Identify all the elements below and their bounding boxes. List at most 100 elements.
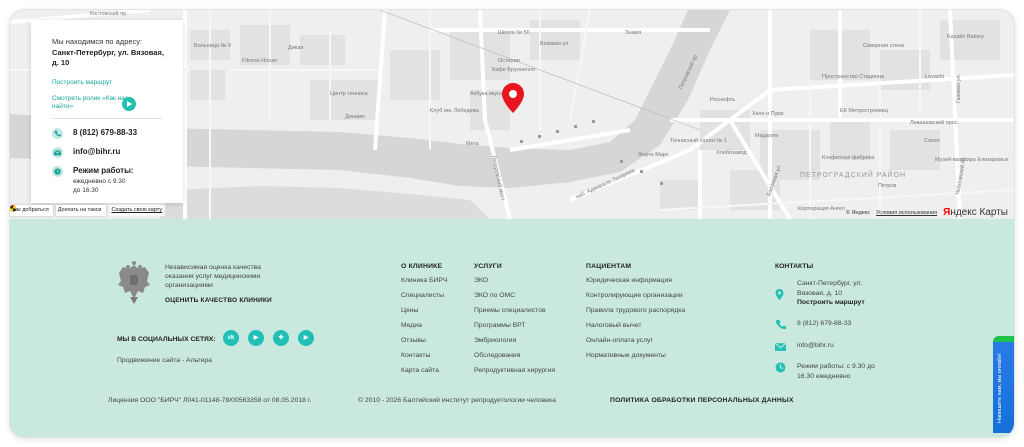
chat-tab-label: Напишите нам, мы онлайн!	[997, 353, 1003, 423]
contact-route-link[interactable]: Построить маршрут	[797, 299, 865, 306]
map-label: Пространство Стадиона	[822, 74, 885, 80]
patients-link[interactable]: Налоговый вычет	[586, 321, 685, 336]
card-email[interactable]: info@bihr.ru	[73, 147, 120, 156]
vk-icon[interactable]: vk	[223, 330, 239, 346]
contact-hours: Режим работы: с 9.30 до 16.30 ежедневно	[797, 363, 875, 380]
patients-link[interactable]: Онлайн-оплата услуг	[586, 336, 685, 351]
map-pin-icon[interactable]	[502, 83, 524, 113]
clock-icon	[775, 362, 786, 373]
map-label: Школа № 56	[498, 30, 530, 36]
map-label: Костовский пр.	[90, 11, 128, 17]
clinic-link[interactable]: Контакты	[401, 351, 447, 366]
map-label: Роснефть	[710, 97, 736, 103]
clinic-link[interactable]: Отзывы	[401, 336, 447, 351]
license-text: Лицензия ООО "БИРЧ" Л041-01148-78/005633…	[108, 397, 312, 404]
services-column: УСЛУГИ ЭКО ЭКО по ОМС Приемы специалисто…	[474, 263, 555, 381]
yandex-logo-text: ндекс Карты	[950, 207, 1008, 218]
services-link[interactable]: ЭКО	[474, 276, 555, 291]
youtube-glyph: ▶	[253, 335, 259, 341]
services-link[interactable]: Обследования	[474, 351, 555, 366]
services-link[interactable]: Эмбриология	[474, 336, 555, 351]
taxi-button[interactable]: Доехать на такси	[10, 205, 106, 216]
create-map-link[interactable]: Создать свою карту	[108, 205, 166, 216]
plus-icon[interactable]: ✚	[273, 330, 289, 346]
address-intro: Мы находимся по адресу:	[52, 37, 143, 46]
privacy-policy-link[interactable]: ПОЛИТИКА ОБРАБОТКИ ПЕРСОНАЛЬНЫХ ДАННЫХ	[610, 397, 794, 404]
rate-clinic-link[interactable]: ОЦЕНИТЬ КАЧЕСТВО КЛИНИКИ	[165, 297, 272, 304]
map-label: Больница № 9	[194, 43, 231, 49]
how-to-get-button[interactable]: Как добраться	[10, 205, 53, 216]
route-link[interactable]: Построить маршрут	[52, 79, 112, 86]
quality-assessment-text: Независимая оценка качества оказания усл…	[165, 264, 261, 289]
mail-icon	[775, 342, 786, 351]
taxi-label: Доехать на такси	[57, 207, 102, 213]
contacts-heading: КОНТАКТЫ	[775, 263, 814, 270]
map-label: Клуб им. Лебедева	[430, 108, 479, 114]
map-label: Хлебозавод	[716, 150, 747, 156]
map-label: Корпорация Ангел	[798, 206, 845, 212]
map-label: ЕК Метростроевец	[840, 108, 889, 114]
play-video-button[interactable]	[122, 97, 136, 111]
clinic-link[interactable]: Клиника БИРЧ	[401, 276, 447, 291]
map-label: Kazakh Bakery	[947, 34, 984, 40]
map-label: Сокол	[924, 138, 940, 144]
contact-email[interactable]: info@bihr.ru	[797, 341, 917, 351]
chat-tab[interactable]: Напишите нам, мы онлайн!	[993, 336, 1014, 433]
map-label: Газовая ул.	[956, 74, 962, 103]
map-controls: Как добраться Доехать на такси Создать с…	[10, 205, 166, 217]
play-icon[interactable]: ▶	[298, 330, 314, 346]
map-label: Петроградский район	[800, 172, 907, 179]
terms-link[interactable]: Условия использования	[876, 210, 937, 216]
map-label: Динамо	[345, 114, 365, 120]
map[interactable]: Костовский пр. Больница № 9 Дикая Школа …	[10, 10, 1014, 219]
clinic-link[interactable]: Карта сайта	[401, 366, 447, 381]
social-links: vk ▶ ✚ ▶	[223, 330, 314, 346]
map-label: Мега	[466, 141, 479, 147]
divider	[52, 118, 162, 119]
clinic-column: О КЛИНИКЕ Клиника БИРЧ Специалисты Цены …	[401, 263, 447, 381]
map-label: Lovashi	[925, 74, 944, 80]
address-card: Мы находимся по адресу: Санкт-Петербург,…	[31, 20, 183, 203]
yandex-maps-logo[interactable]: Яндекс Карты	[943, 207, 1008, 218]
phone-icon	[52, 128, 63, 139]
promo-link[interactable]: Продвижение сайта - Альтера	[117, 357, 212, 364]
services-heading: УСЛУГИ	[474, 263, 502, 270]
location-pin-icon	[775, 289, 784, 300]
map-label: Хачо и Пури	[752, 111, 784, 117]
play-glyph: ▶	[303, 335, 309, 341]
how-to-get-label: Как добраться	[12, 207, 49, 213]
clinic-link[interactable]: Специалисты	[401, 291, 447, 306]
phone-icon	[775, 320, 786, 330]
copyright-text: © 2010 - 2026 Балтийский институт репрод…	[358, 397, 556, 404]
map-label: Знамя	[625, 30, 642, 36]
services-link[interactable]: Приемы специалистов	[474, 306, 555, 321]
card-hours-title: Режим работы:	[73, 166, 134, 175]
patients-link[interactable]: Контролирующие организации	[586, 291, 685, 306]
map-label: Форте Марс	[638, 152, 669, 158]
patients-link[interactable]: Юридическая информация	[586, 276, 685, 291]
services-link[interactable]: Программы ВРТ	[474, 321, 555, 336]
social-label: МЫ В СОЦИАЛЬНЫХ СЕТЯХ:	[117, 336, 216, 343]
contact-address: Санкт-Петербург, ул. Вязовая, д. 10	[797, 280, 863, 297]
patients-column: ПАЦИЕНТАМ Юридическая информация Контрол…	[586, 263, 685, 366]
card-phone[interactable]: 8 (812) 679-88-33	[73, 128, 137, 137]
yandex-attribution: © Яндекс Условия использования Яндекс Ка…	[846, 207, 1008, 218]
map-label: Дикая	[288, 45, 304, 51]
address-text: Санкт-Петербург, ул. Вязовая, д. 10	[52, 48, 164, 67]
map-label: Левашовский прос.	[910, 120, 960, 126]
clinic-link[interactable]: Цены	[401, 306, 447, 321]
video-link[interactable]: Смотреть ролик «Как нас найти»	[52, 95, 132, 111]
map-label: Вязовая ул.	[540, 41, 570, 47]
footer: Независимая оценка качества оказания усл…	[10, 219, 1014, 437]
patients-link[interactable]: Нормативные документы	[586, 351, 685, 366]
contact-phone[interactable]: 8 (812) 679-88-33	[797, 319, 917, 329]
map-label: Центр тенниса	[330, 91, 368, 97]
clinic-link[interactable]: Медиа	[401, 321, 447, 336]
map-label: Петров	[878, 183, 897, 189]
patients-link[interactable]: Правила трудового распорядка	[586, 306, 685, 321]
services-link[interactable]: ЭКО по ОМС	[474, 291, 555, 306]
map-label: Остерии	[498, 58, 520, 64]
youtube-icon[interactable]: ▶	[248, 330, 264, 346]
services-link[interactable]: Репродуктивная хирургия	[474, 366, 555, 381]
clock-icon	[52, 166, 63, 177]
